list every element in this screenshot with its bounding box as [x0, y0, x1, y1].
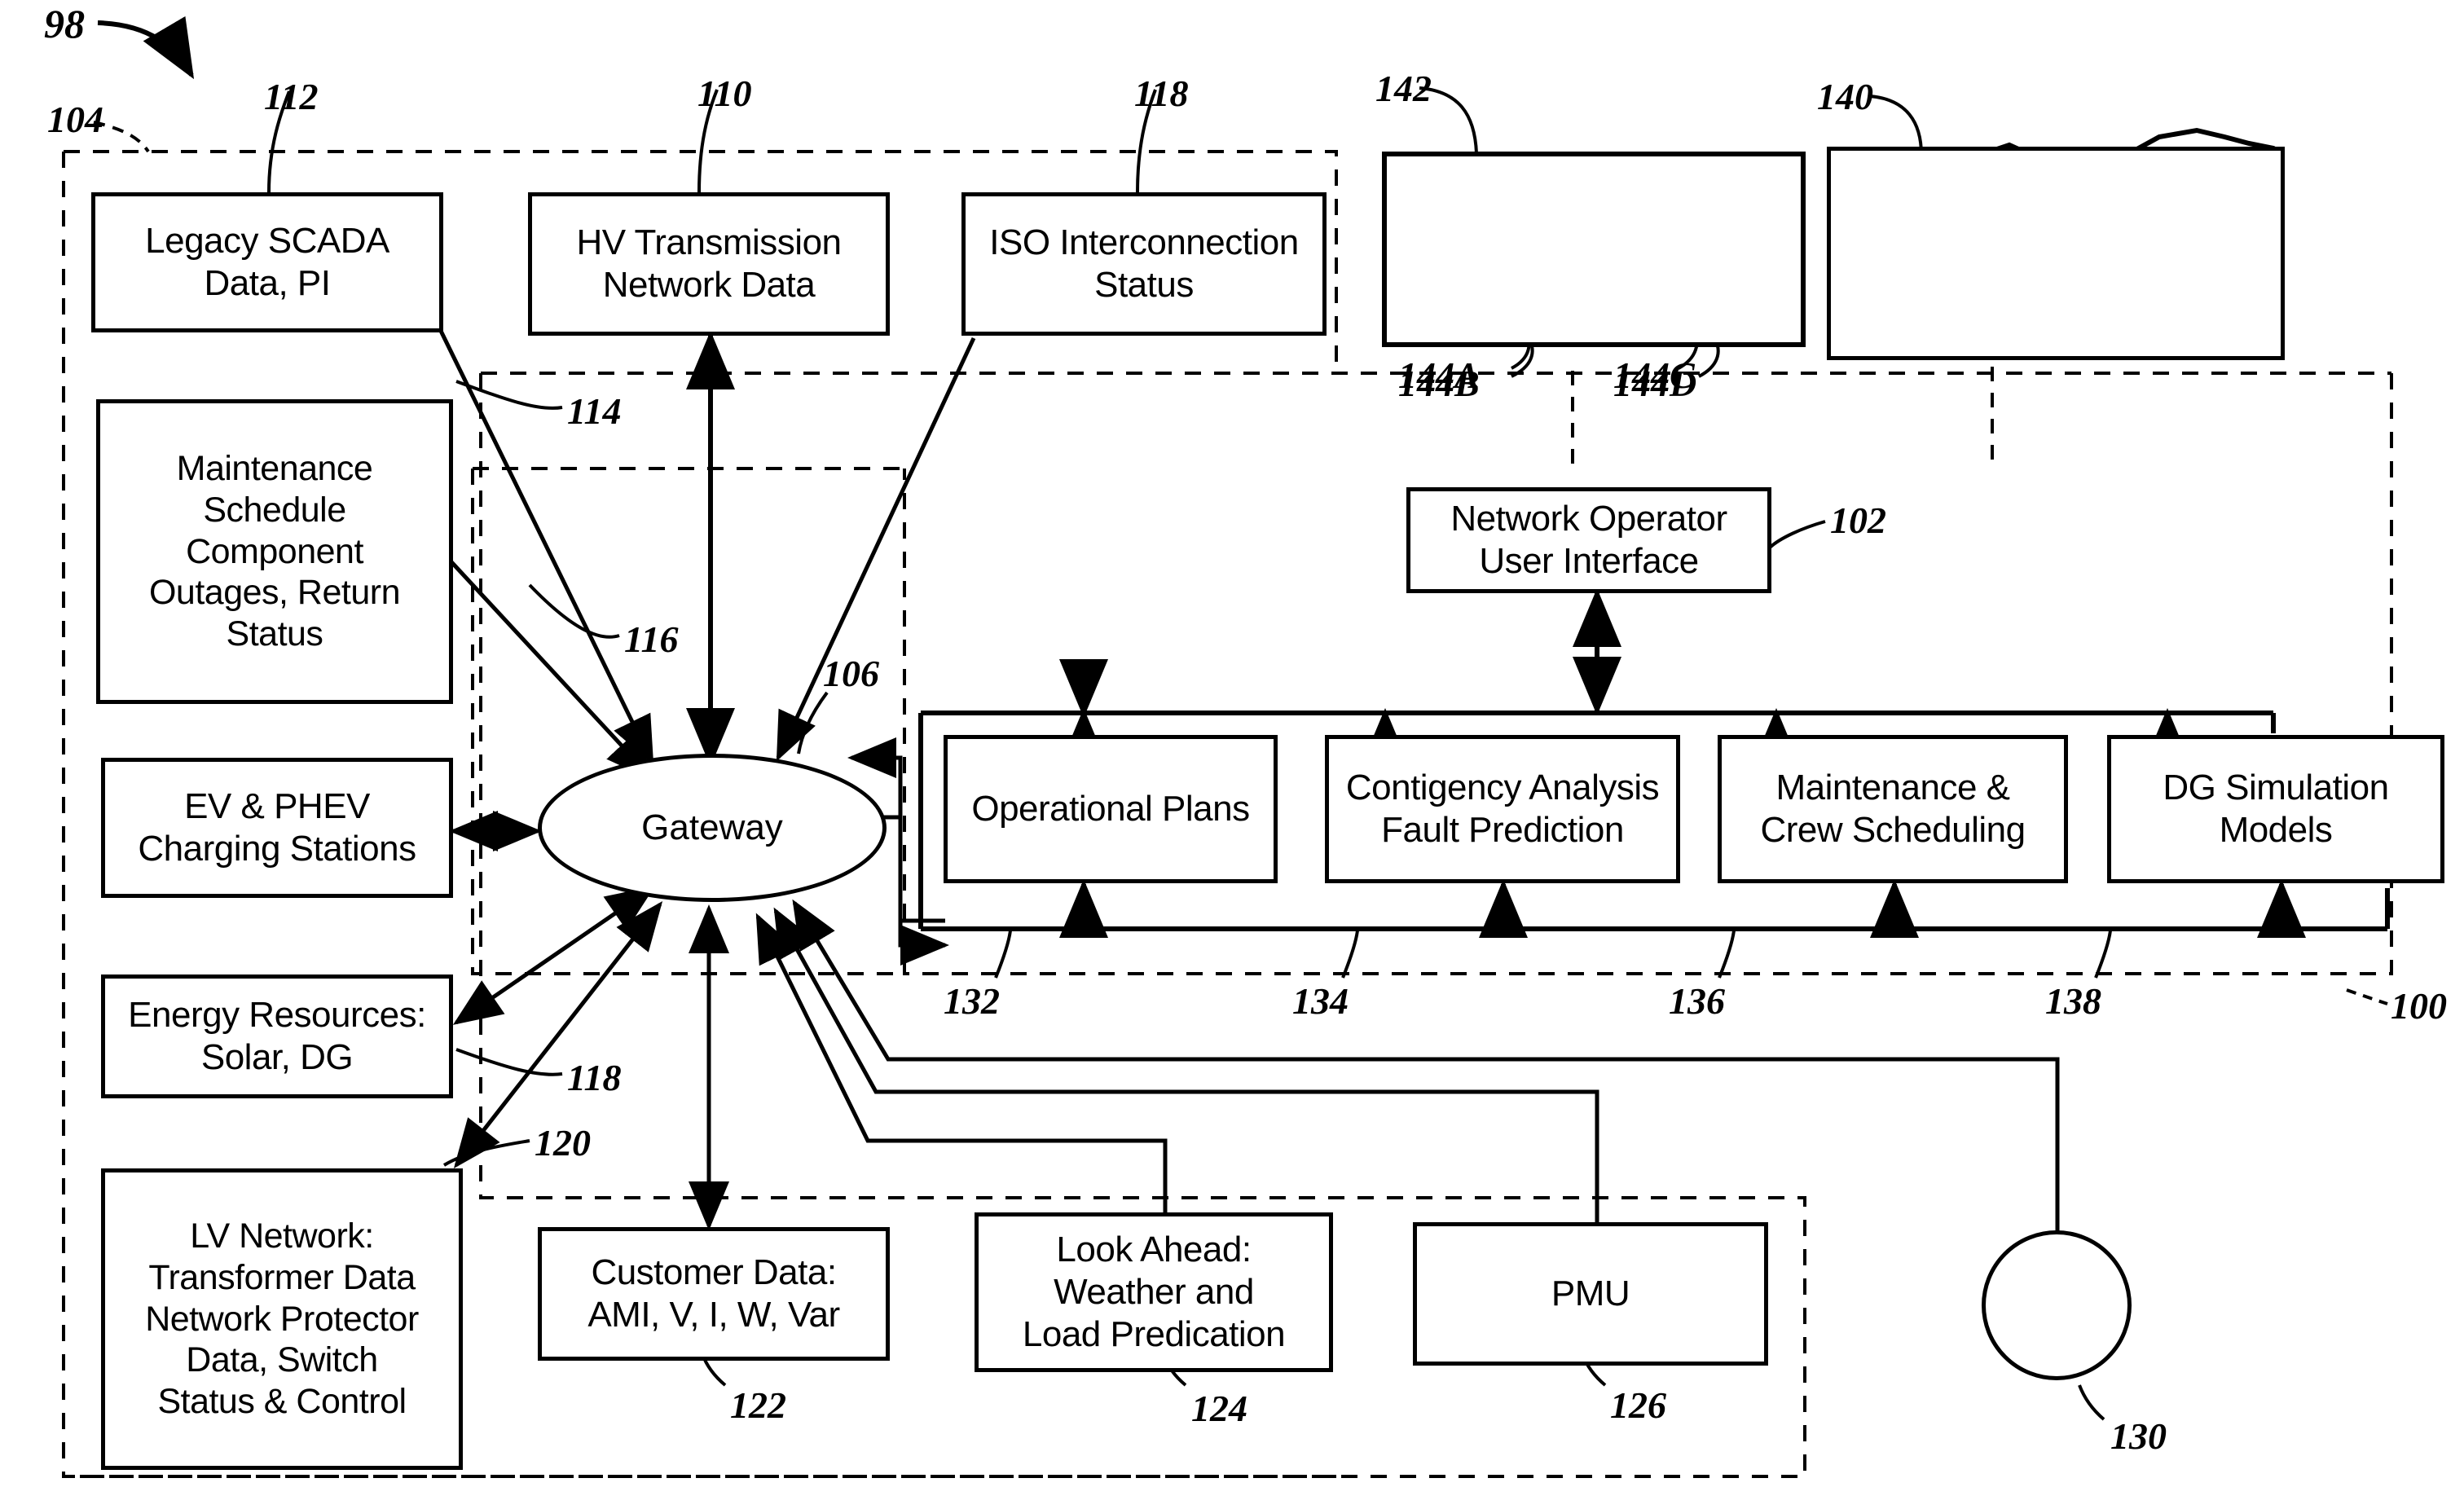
node-pmu-label: PMU	[1551, 1274, 1630, 1314]
node-maintenance-crew-label: Maintenance & Crew Scheduling	[1760, 768, 2026, 850]
ref-136: 136	[1669, 980, 1725, 1022]
node-lv-network-label: LV Network: Transformer Data Network Pro…	[145, 1216, 419, 1422]
node-energy-resources[interactable]: Energy Resources: Solar, DG	[101, 974, 453, 1098]
node-iso-interconnection[interactable]: ISO Interconnection Status	[961, 192, 1327, 336]
ref-98: 98	[44, 1, 85, 46]
node-pmu[interactable]: PMU	[1413, 1222, 1768, 1366]
ref-130: 130	[2110, 1415, 2167, 1457]
node-operational-plans-label: Operational Plans	[971, 789, 1250, 829]
ref-114: 114	[567, 390, 622, 432]
ref-120: 120	[535, 1122, 591, 1164]
display-multi-panel-142[interactable]	[1382, 152, 1806, 347]
ref-132: 132	[944, 980, 1000, 1022]
ref-104: 104	[47, 99, 103, 140]
node-operational-plans[interactable]: Operational Plans	[944, 735, 1278, 883]
node-maintenance-schedule-label: Maintenance Schedule Component Outages, …	[148, 449, 401, 654]
node-dg-simulation-label: DG Simulation Models	[2163, 768, 2389, 850]
node-gateway-label: Gateway	[641, 807, 783, 847]
node-hv-transmission[interactable]: HV Transmission Network Data	[528, 192, 890, 336]
node-network-operator-ui-label: Network Operator User Interface	[1450, 499, 1727, 581]
node-ev-phev[interactable]: EV & PHEV Charging Stations	[101, 758, 453, 898]
ref-142: 142	[1375, 68, 1432, 109]
ref-144D: 144D	[1613, 363, 1697, 404]
ref-122: 122	[730, 1384, 786, 1426]
node-customer-data-label: Customer Data: AMI, V, I, W, Var	[587, 1252, 840, 1335]
node-lv-network[interactable]: LV Network: Transformer Data Network Pro…	[101, 1168, 463, 1470]
ref-126: 126	[1610, 1384, 1666, 1426]
node-contingency-analysis-label: Contigency Analysis Fault Prediction	[1345, 768, 1660, 850]
ref-144B: 144B	[1398, 363, 1480, 404]
node-energy-resources-label: Energy Resources: Solar, DG	[128, 995, 426, 1077]
node-maintenance-crew[interactable]: Maintenance & Crew Scheduling	[1718, 735, 2068, 883]
ref-102: 102	[1830, 499, 1886, 541]
ref-110: 110	[697, 73, 752, 114]
ref-134: 134	[1292, 980, 1349, 1022]
ref-140: 140	[1817, 76, 1873, 117]
display-trend-chart-140[interactable]	[1827, 147, 2285, 360]
node-contingency-analysis[interactable]: Contigency Analysis Fault Prediction	[1325, 735, 1680, 883]
node-gateway[interactable]: Gateway	[538, 754, 887, 902]
ref-112: 112	[264, 76, 319, 117]
ref-100: 100	[2391, 985, 2447, 1027]
node-iso-interconnection-label: ISO Interconnection Status	[989, 222, 1299, 305]
node-legacy-scada-label: Legacy SCADA Data, PI	[145, 221, 389, 303]
ref-124: 124	[1191, 1388, 1247, 1429]
node-look-ahead-label: Look Ahead: Weather and Load Predication	[1022, 1230, 1286, 1354]
node-look-ahead[interactable]: Look Ahead: Weather and Load Predication	[975, 1212, 1333, 1372]
patent-figure-canvas: Legacy SCADA Data, PI Maintenance Schedu…	[0, 0, 2464, 1509]
ref-106: 106	[823, 653, 879, 694]
node-maintenance-schedule[interactable]: Maintenance Schedule Component Outages, …	[96, 399, 453, 704]
ref-138: 138	[2045, 980, 2101, 1022]
node-legacy-scada[interactable]: Legacy SCADA Data, PI	[91, 192, 443, 332]
ref-116: 116	[624, 618, 679, 660]
ref-118-top: 118	[1134, 73, 1189, 114]
ref-118-lower: 118	[567, 1057, 622, 1098]
node-generator[interactable]	[1982, 1230, 2132, 1380]
node-hv-transmission-label: HV Transmission Network Data	[576, 222, 842, 305]
node-ev-phev-label: EV & PHEV Charging Stations	[138, 786, 416, 869]
node-network-operator-ui[interactable]: Network Operator User Interface	[1406, 487, 1771, 593]
node-dg-simulation[interactable]: DG Simulation Models	[2107, 735, 2444, 883]
node-customer-data[interactable]: Customer Data: AMI, V, I, W, Var	[538, 1227, 890, 1361]
